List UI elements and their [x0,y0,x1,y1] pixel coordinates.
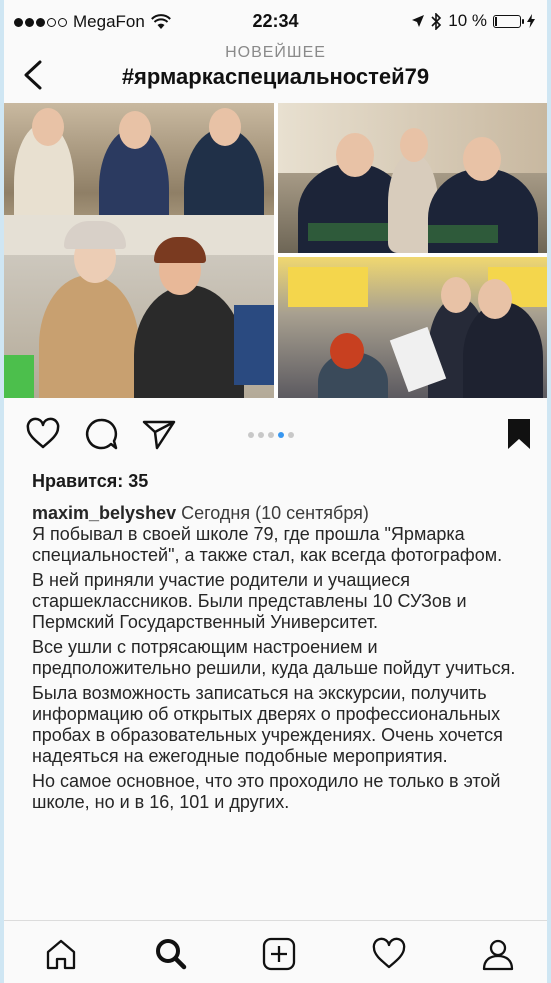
carousel-dot [268,432,274,438]
post-date: Сегодня (10 сентября) [181,503,369,523]
collage-photo-boys [278,103,547,253]
nav-header: НОВЕЙШЕЕ #ярмаркаспециальностей79 [4,40,547,102]
comment-icon[interactable] [84,417,118,451]
collage-divider [278,253,547,257]
charging-bolt-icon [527,14,535,28]
carousel-dot [288,432,294,438]
post-username[interactable]: maxim_belyshev [32,503,176,523]
caption-text: Я побывал в своей школе 79, где прошла "… [32,524,503,565]
location-arrow-icon [412,15,425,27]
header-subtitle: НОВЕЙШЕЕ [225,44,326,61]
hashtag-title: #ярмаркаспециальностей79 [121,64,430,89]
likes-count[interactable]: Нравится: 35 [32,471,148,492]
carousel-indicator [248,432,294,438]
battery-level [495,16,497,26]
collage-photo-fair [278,257,547,398]
collage-divider [274,103,278,398]
bluetooth-icon [431,12,442,30]
bottom-tab-bar [4,920,547,983]
carousel-dot [248,432,254,438]
send-icon[interactable] [142,417,176,451]
bookmark-icon[interactable] [502,417,536,451]
activity-heart-icon[interactable] [372,937,406,971]
caption-paragraph: Все ушли с потрясающим настроением и пре… [32,637,516,678]
post-actions [4,405,547,465]
caption-paragraph: Но самое основное, что это проходило не … [32,771,501,812]
home-icon[interactable] [44,937,78,971]
caption-paragraph: maxim_belyshev Сегодня (10 сентября) Я п… [32,503,532,566]
caption-paragraph: В ней приняли участие родители и учащиес… [32,570,467,632]
carousel-dot [258,432,264,438]
battery-percent: 10 % [448,11,487,30]
carousel-dot [278,432,284,438]
battery-icon [493,14,524,28]
collage-photo-teachers [4,215,274,398]
post-caption: maxim_belyshev Сегодня (10 сентября) Я п… [32,503,532,817]
status-right: 10 % [411,11,535,31]
add-icon[interactable] [262,937,296,971]
post-photo[interactable] [4,103,547,398]
status-bar: MegaFon 22:34 10 % [4,8,547,36]
search-icon[interactable] [154,937,188,971]
profile-icon[interactable] [481,937,515,971]
phone-screen: MegaFon 22:34 10 % НОВЕЙШЕЕ #ярмаркаспец… [4,0,547,983]
caption-paragraph: Была возможность записаться на экскурсии… [32,683,503,766]
heart-icon[interactable] [26,417,60,451]
